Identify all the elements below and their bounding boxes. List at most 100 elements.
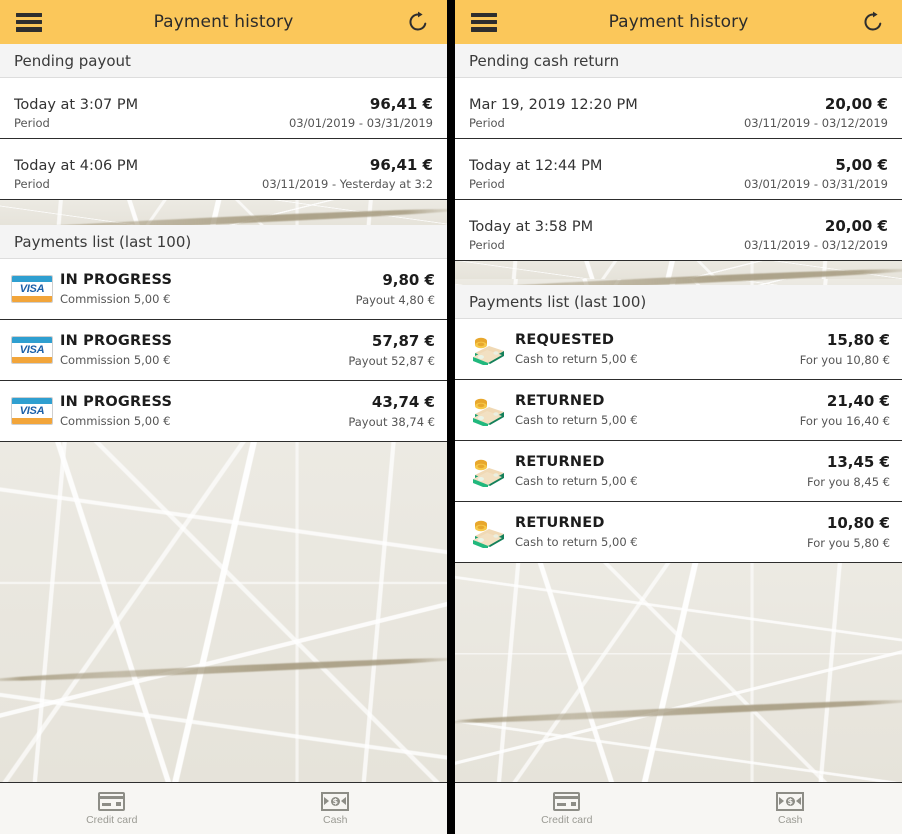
payment-row[interactable]: VISA IN PROGRESS Commission 5,00 € 43,74… [0, 381, 447, 442]
map-gap-strip [455, 261, 902, 285]
payment-row[interactable]: REQUESTED Cash to return 5,00 € 15,80 € … [455, 319, 902, 380]
pending-period-label: Period [469, 177, 505, 191]
pending-period-value: 03/11/2019 - 03/12/2019 [743, 238, 888, 252]
payment-row[interactable]: RETURNED Cash to return 5,00 € 13,45 € F… [455, 441, 902, 502]
payment-amount: 10,80 € [826, 514, 890, 532]
map-background [455, 261, 902, 285]
app-bar-right: Payment history [455, 0, 902, 44]
pending-amount: 20,00 € [824, 95, 888, 113]
bottom-navigation-bar: Credit card $ Cash [0, 782, 447, 834]
cash-bill-icon: $ [776, 791, 805, 811]
nav-label: Cash [777, 813, 803, 826]
pending-row[interactable]: Today at 3:58 PM 20,00 € Period 03/11/20… [455, 200, 902, 261]
payment-amount: 9,80 € [382, 271, 435, 289]
payment-status: IN PROGRESS [60, 272, 173, 288]
payment-amount: 13,45 € [826, 453, 890, 471]
right-phone-panel: Payment history Pending cash return Mar … [455, 0, 902, 834]
pending-row[interactable]: Today at 3:07 PM 96,41 € Period 03/01/20… [0, 78, 447, 139]
payment-for-you: For you 10,80 € [799, 353, 890, 367]
payment-for-you: For you 5,80 € [807, 536, 890, 550]
pending-amount: 96,41 € [369, 95, 433, 113]
payment-cash-to-return: Cash to return 5,00 € [515, 474, 638, 488]
nav-item-cash[interactable]: $ Cash [224, 791, 448, 826]
payment-payout: Payout 4,80 € [355, 293, 435, 307]
visa-card-glyph: VISA [11, 336, 53, 364]
payment-amount: 43,74 € [371, 393, 435, 411]
payment-status: RETURNED [515, 515, 605, 531]
nav-item-credit-card[interactable]: Credit card [0, 791, 224, 826]
payment-cash-to-return: Cash to return 5,00 € [515, 535, 638, 549]
page-title: Payment history [153, 12, 294, 32]
payment-row[interactable]: RETURNED Cash to return 5,00 € 21,40 € F… [455, 380, 902, 441]
section-header-label: Payments list (last 100) [14, 232, 192, 251]
panel-divider [447, 0, 455, 834]
pending-date: Today at 4:06 PM [14, 158, 139, 174]
visa-card-icon: VISA [10, 397, 54, 425]
payment-for-you: For you 8,45 € [807, 475, 890, 489]
visa-card-glyph: VISA [11, 275, 53, 303]
hamburger-menu-glyph [16, 12, 42, 32]
payment-for-you: For you 16,40 € [799, 414, 890, 428]
pending-period-label: Period [14, 116, 50, 130]
nav-label: Credit card [86, 813, 138, 826]
hamburger-menu-icon[interactable] [12, 5, 46, 39]
pending-period-value: 03/01/2019 - 03/31/2019 [743, 177, 888, 191]
nav-item-credit-card[interactable]: Credit card [455, 791, 679, 826]
payment-cash-to-return: Cash to return 5,00 € [515, 352, 638, 366]
section-header-label: Pending cash return [469, 51, 620, 70]
pending-row[interactable]: Mar 19, 2019 12:20 PM 20,00 € Period 03/… [455, 78, 902, 139]
cash-bundle-icon [465, 455, 509, 487]
pending-period-label: Period [469, 116, 505, 130]
hamburger-menu-glyph [471, 12, 497, 32]
payment-row[interactable]: VISA IN PROGRESS Commission 5,00 € 57,87… [0, 320, 447, 381]
payment-row[interactable]: RETURNED Cash to return 5,00 € 10,80 € F… [455, 502, 902, 563]
payment-row[interactable]: VISA IN PROGRESS Commission 5,00 € 9,80 … [0, 259, 447, 320]
credit-card-icon [98, 791, 126, 811]
cash-bundle-glyph [473, 398, 504, 426]
payment-commission: Commission 5,00 € [60, 292, 171, 306]
pending-date: Today at 12:44 PM [469, 158, 603, 174]
section-header-payments-list: Payments list (last 100) [455, 285, 902, 319]
visa-card-icon: VISA [10, 336, 54, 364]
app-bar-left: Payment history [0, 0, 447, 44]
map-gap-strip [0, 200, 447, 225]
refresh-icon[interactable] [856, 5, 890, 39]
pending-amount: 96,41 € [369, 156, 433, 174]
dual-phone-screenshot: Payment history Pending payout Today at … [0, 0, 902, 834]
payment-status: RETURNED [515, 393, 605, 409]
payment-amount: 57,87 € [371, 332, 435, 350]
nav-label: Cash [322, 813, 348, 826]
pending-period-value: 03/11/2019 - 03/12/2019 [743, 116, 888, 130]
visa-card-glyph: VISA [11, 397, 53, 425]
cash-bundle-glyph [473, 459, 504, 487]
cash-bundle-icon [465, 516, 509, 548]
section-header-label: Payments list (last 100) [469, 292, 647, 311]
pending-row[interactable]: Today at 12:44 PM 5,00 € Period 03/01/20… [455, 139, 902, 200]
refresh-icon[interactable] [401, 5, 435, 39]
section-header-payments-list: Payments list (last 100) [0, 225, 447, 259]
pending-period-label: Period [14, 177, 50, 191]
payment-amount: 21,40 € [826, 392, 890, 410]
payment-commission: Commission 5,00 € [60, 353, 171, 367]
pending-amount: 5,00 € [835, 156, 888, 174]
section-header-label: Pending payout [14, 51, 131, 70]
refresh-glyph [409, 11, 427, 31]
payment-commission: Commission 5,00 € [60, 414, 171, 428]
map-area[interactable] [455, 563, 902, 782]
payment-cash-to-return: Cash to return 5,00 € [515, 413, 638, 427]
visa-card-icon: VISA [10, 275, 54, 303]
pending-period-value: 03/11/2019 - Yesterday at 3:2 [262, 177, 433, 191]
section-header-pending-cash-return: Pending cash return [455, 44, 902, 78]
cash-bundle-icon [465, 333, 509, 365]
map-background [455, 563, 902, 782]
nav-label: Credit card [541, 813, 593, 826]
map-area[interactable] [0, 442, 447, 782]
nav-item-cash[interactable]: $ Cash [679, 791, 902, 826]
pending-date: Today at 3:07 PM [14, 97, 139, 113]
payment-payout: Payout 52,87 € [348, 354, 435, 368]
cash-bundle-glyph [473, 337, 504, 365]
pending-row[interactable]: Today at 4:06 PM 96,41 € Period 03/11/20… [0, 139, 447, 200]
hamburger-menu-icon[interactable] [467, 5, 501, 39]
page-title: Payment history [608, 12, 749, 32]
map-background [0, 200, 447, 225]
